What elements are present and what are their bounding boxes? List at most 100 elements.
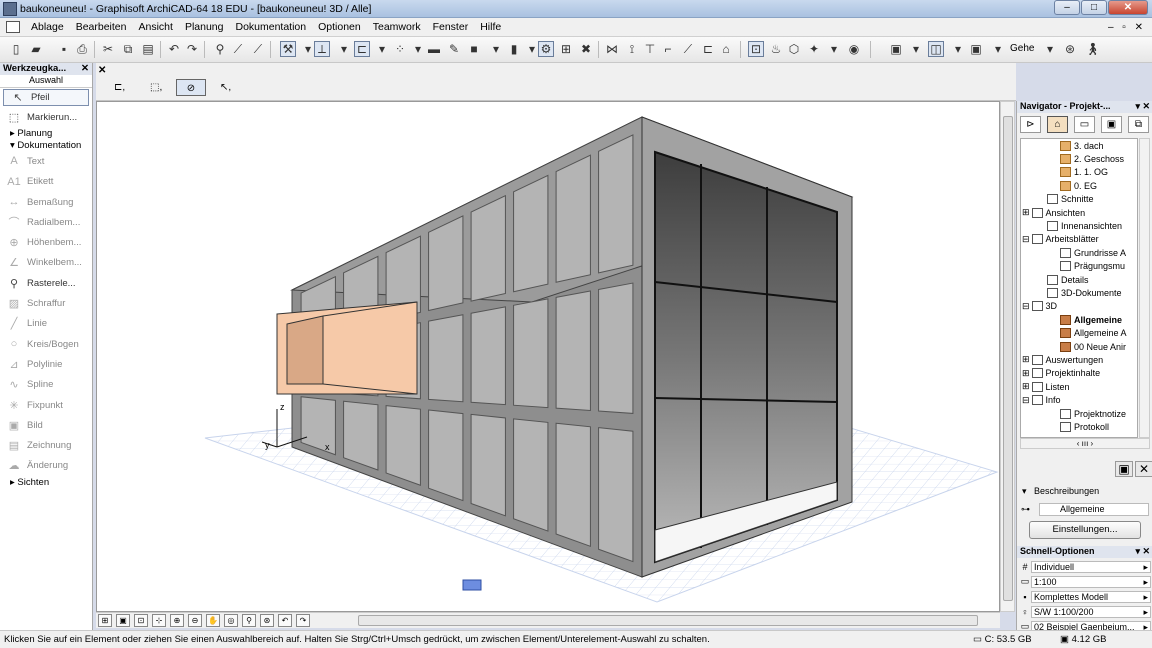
dropdown-arrow-icon[interactable]: ▾ (410, 41, 426, 57)
walk-icon[interactable]: 🚶︎ (1084, 41, 1100, 57)
trace-icon[interactable]: ⊞ (558, 41, 574, 57)
window-layout-icon[interactable]: ▣ (888, 41, 904, 57)
quick-selection-icon[interactable]: ⊘ (176, 79, 206, 96)
3d-viewport[interactable]: z y x (96, 101, 1000, 612)
tree-item[interactable]: Allgemeine A (1021, 326, 1137, 339)
cut-icon[interactable]: ✂ (100, 41, 116, 57)
orbit-icon[interactable]: ◎ (224, 614, 238, 627)
section-dokumentation[interactable]: ▾ Dokumentation (0, 139, 92, 151)
document-icon[interactable] (6, 21, 20, 33)
tool-markierung[interactable]: ⬚ Markierun... (0, 107, 92, 127)
tree-toggle-icon[interactable]: ⊞ (1022, 381, 1030, 392)
tree-item[interactable]: ⊟ Info (1021, 393, 1137, 406)
tree-toggle-icon[interactable]: ⊟ (1022, 395, 1030, 406)
marker-icon[interactable]: ▮ (506, 41, 522, 57)
tree-item[interactable]: Protokoll (1021, 420, 1137, 433)
einstellungen-button[interactable]: Einstellungen... (1029, 521, 1141, 539)
tool-7[interactable]: ▨ Schraffur (0, 293, 92, 313)
layout-book-tab[interactable]: ▣ (1101, 116, 1122, 133)
fill-icon[interactable]: ■ (466, 41, 482, 57)
tool-3[interactable]: ⌒ Radialbem... (0, 212, 92, 232)
menu-planung[interactable]: Planung (179, 21, 230, 33)
tool-12[interactable]: ✳ Fixpunkt (0, 395, 92, 415)
tree-horizontal-scrollbar[interactable]: ‹ ııı › (1020, 438, 1150, 449)
quick-option-value[interactable]: Komplettes Modell (1031, 590, 1151, 603)
section-sichten[interactable]: ▸ Sichten (0, 476, 92, 488)
zoom-selection-icon[interactable]: ⊛ (260, 614, 274, 627)
quick-option-value[interactable]: 1:100 (1031, 575, 1151, 588)
infobox-close-button[interactable]: ✕ (98, 65, 106, 76)
tree-item[interactable]: 00 Neue Anir (1021, 340, 1137, 353)
layout-icon[interactable]: ▣ (968, 41, 984, 57)
tree-item[interactable]: 1. 1. OG (1021, 166, 1137, 179)
publisher-sets-tab[interactable]: ⧉ (1128, 116, 1149, 133)
tree-toggle-icon[interactable]: ⊞ (1022, 368, 1030, 379)
navigator-close-button[interactable]: ▾ ✕ (1135, 101, 1150, 112)
selection-method-icon[interactable]: ⊏, (114, 79, 146, 96)
mdi-window-controls[interactable]: – ▫ ✕ (1108, 22, 1152, 33)
copy-icon[interactable]: ⧉ (120, 41, 136, 57)
dropdown-arrow-icon[interactable]: ▾ (826, 41, 842, 57)
previous-zoom-icon[interactable]: ↶ (278, 614, 292, 627)
dropdown-arrow-icon[interactable]: ▾ (908, 41, 924, 57)
tool-11[interactable]: ∿ Spline (0, 375, 92, 395)
fit-window-icon[interactable]: ⊹ (152, 614, 166, 627)
menu-ablage[interactable]: Ablage (25, 21, 70, 33)
new-file-icon[interactable]: ▯ (8, 41, 24, 57)
undo-icon[interactable]: ↶ (166, 41, 182, 57)
toolbox-close-button[interactable]: ✕ (81, 63, 89, 74)
tree-item[interactable]: 3. dach (1021, 139, 1137, 152)
maximize-button[interactable]: □ (1081, 0, 1107, 15)
tool-13[interactable]: ▣ Bild (0, 415, 92, 435)
dropdown-arrow-icon[interactable]: ▾ (488, 41, 504, 57)
dropdown-arrow-icon[interactable]: ▾ (1042, 41, 1058, 57)
tree-item[interactable]: ⊞ Ansichten (1021, 206, 1137, 219)
pan-hand-icon[interactable]: ✋ (206, 614, 220, 627)
minimize-button[interactable]: – (1054, 0, 1080, 15)
scroll-thumb[interactable] (1003, 116, 1013, 601)
tool-5[interactable]: ∠ Winkelbem... (0, 253, 92, 273)
surface-paint-icon[interactable]: ♨ (768, 41, 784, 57)
tool-9[interactable]: ○ Kreis/Bogen (0, 334, 92, 354)
suspend-groups-icon[interactable]: ⚙ (538, 41, 554, 57)
offset-icon[interactable]: ⟋ (680, 41, 696, 57)
save-icon[interactable]: ▪ (56, 41, 72, 57)
delete-icon[interactable]: ✖ (578, 41, 594, 57)
tree-item[interactable]: Allgemeine (1021, 313, 1137, 326)
paste-icon[interactable]: ▤ (140, 41, 156, 57)
close-window-button[interactable]: ✕ (1108, 0, 1148, 15)
schnell-optionen-close-button[interactable]: ▾ ✕ (1135, 546, 1150, 557)
pen-icon[interactable]: ✎ (446, 41, 462, 57)
tool-6[interactable]: ⚲ Rasterele... (0, 273, 92, 293)
find-select-icon[interactable]: ⚲ (212, 41, 228, 57)
dropdown-arrow-icon[interactable]: ▾ (374, 41, 390, 57)
tool-2[interactable]: ↔ Bemaßung (0, 192, 92, 212)
tree-item[interactable]: Schnitte (1021, 193, 1137, 206)
split-icon[interactable]: ⊏ (700, 41, 716, 57)
tree-item[interactable]: 2. Geschoss (1021, 152, 1137, 165)
project-tree[interactable]: 3. dach 2. Geschoss 1. 1. OG 0. EG Schnitte ⊞… (1020, 138, 1138, 438)
zoom-out-icon[interactable]: ⊖ (188, 614, 202, 627)
dropdown-arrow-icon[interactable]: ▾ (336, 41, 352, 57)
trim-icon[interactable]: ⊤ (642, 41, 658, 57)
delete-item-icon[interactable]: ✕ (1135, 461, 1152, 477)
view-map-tab[interactable]: ▭ (1074, 116, 1095, 133)
grid-snap-icon[interactable]: ⁘ (392, 41, 408, 57)
menu-teamwork[interactable]: Teamwork (367, 21, 427, 33)
tree-toggle-icon[interactable]: ⊟ (1022, 301, 1030, 312)
viewport-vertical-scrollbar[interactable] (1000, 101, 1015, 612)
fillet-icon[interactable]: ⌐ (660, 41, 676, 57)
archicad-app-icon[interactable] (3, 2, 17, 16)
tree-toggle-icon[interactable]: ⊞ (1022, 207, 1030, 218)
tool-1[interactable]: A1 Etikett (0, 172, 92, 192)
tool-10[interactable]: ⊿ Polylinie (0, 354, 92, 374)
tree-item[interactable]: ⊟ 3D (1021, 300, 1137, 313)
dropdown-arrow-icon[interactable]: ▾ (990, 41, 1006, 57)
3d-cut-icon[interactable]: ⊡ (748, 41, 764, 57)
tree-item[interactable]: Details (1021, 273, 1137, 286)
quick-option-row[interactable]: ♀ S/W 1:100/200 (1019, 605, 1151, 618)
menu-ansicht[interactable]: Ansicht (133, 21, 179, 33)
show-all-icon[interactable]: ⊡ (134, 614, 148, 627)
menu-optionen[interactable]: Optionen (312, 21, 367, 33)
inject-icon[interactable]: ⟋ (250, 41, 266, 57)
